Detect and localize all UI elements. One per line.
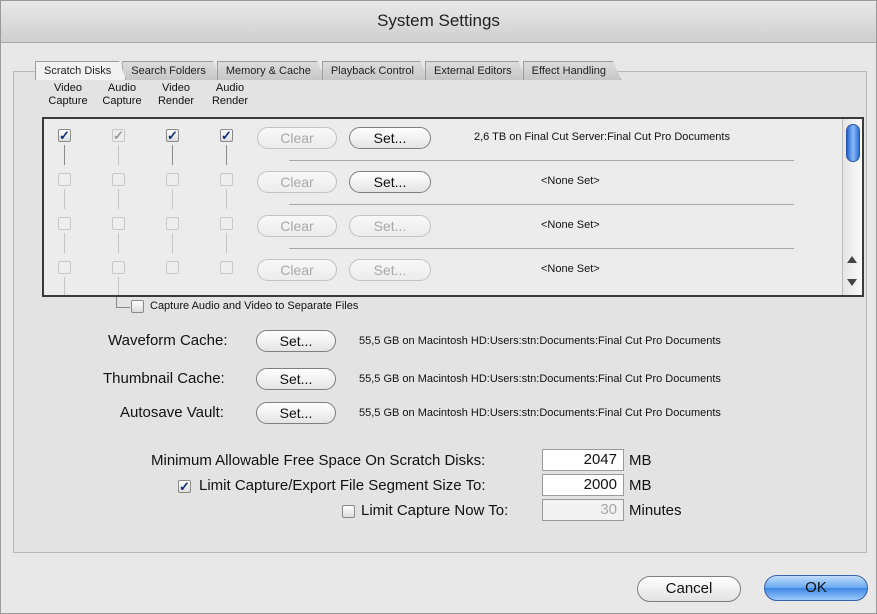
capture-now-checkbox[interactable]: [342, 505, 355, 518]
capture-now-field[interactable]: 30: [542, 499, 624, 521]
audio-capture-checkbox[interactable]: [112, 173, 125, 186]
min-free-space-field[interactable]: 2047: [542, 449, 624, 471]
clear-button[interactable]: Clear: [257, 215, 337, 237]
separate-files-checkbox[interactable]: [131, 300, 144, 313]
separate-files-connector: [116, 297, 117, 307]
set-button[interactable]: Set...: [349, 215, 431, 237]
cancel-button[interactable]: Cancel: [637, 576, 741, 602]
autosave-vault-label: Autosave Vault:: [120, 404, 224, 421]
ok-button[interactable]: OK: [764, 575, 868, 601]
video-render-checkbox[interactable]: [166, 173, 179, 186]
scratch-disk-path: 2,6 TB on Final Cut Server:Final Cut Pro…: [474, 131, 730, 143]
scratch-disk-row: ✓ ✓ ✓ ✓ Clear Set... 2,6 TB on Final Cut…: [44, 123, 842, 167]
column-connector: [172, 233, 173, 253]
segment-size-label: Limit Capture/Export File Segment Size T…: [199, 477, 486, 494]
scroll-thumb[interactable]: [846, 124, 860, 162]
capture-now-unit: Minutes: [629, 502, 682, 519]
column-connector: [118, 189, 119, 209]
column-header-audio-render: Audio Render: [211, 82, 249, 107]
video-capture-checkbox[interactable]: [58, 173, 71, 186]
column-connector: [226, 145, 227, 165]
tab-memory-cache[interactable]: Memory & Cache: [216, 61, 326, 80]
column-connector: [118, 145, 119, 165]
tab-bar: Scratch Disks Search Folders Memory & Ca…: [35, 61, 622, 80]
set-button[interactable]: Set...: [349, 171, 431, 193]
audio-capture-checkbox[interactable]: [112, 217, 125, 230]
column-header-video-render: Video Render: [157, 82, 195, 107]
autosave-vault-path: 55,5 GB on Macintosh HD:Users:stn:Docume…: [359, 407, 721, 419]
tab-scratch-disks[interactable]: Scratch Disks: [35, 61, 127, 80]
tab-external-editors[interactable]: External Editors: [424, 61, 527, 80]
audio-capture-checkbox[interactable]: ✓: [112, 129, 125, 142]
column-header-video-capture: Video Capture: [48, 82, 88, 107]
column-connector: [118, 233, 119, 253]
audio-capture-checkbox[interactable]: [112, 261, 125, 274]
column-headers: Video Capture Audio Capture Video Render Au…: [41, 82, 257, 108]
video-render-checkbox[interactable]: [166, 217, 179, 230]
set-button[interactable]: Set...: [349, 127, 431, 149]
min-free-space-unit: MB: [629, 452, 652, 469]
column-connector: [172, 189, 173, 209]
column-connector: [226, 233, 227, 253]
video-render-checkbox[interactable]: [166, 261, 179, 274]
column-connector: [64, 277, 65, 295]
video-capture-checkbox[interactable]: [58, 217, 71, 230]
video-capture-checkbox[interactable]: ✓: [58, 129, 71, 142]
segment-size-field[interactable]: 2000: [542, 474, 624, 496]
scratch-disk-list[interactable]: ✓ ✓ ✓ ✓ Clear Set... 2,6 TB on Final Cut…: [42, 117, 864, 297]
column-connector: [64, 145, 65, 165]
tab-search-folders[interactable]: Search Folders: [122, 61, 221, 80]
segment-size-checkbox[interactable]: ✓: [178, 480, 191, 493]
audio-render-checkbox[interactable]: [220, 217, 233, 230]
separate-files-label: Capture Audio and Video to Separate File…: [150, 300, 359, 312]
separate-files-connector: [116, 307, 130, 308]
waveform-cache-path: 55,5 GB on Macintosh HD:Users:stn:Docume…: [359, 335, 721, 347]
clear-button[interactable]: Clear: [257, 259, 337, 281]
scroll-up-arrow-icon[interactable]: [847, 256, 857, 263]
waveform-cache-label: Waveform Cache:: [108, 332, 228, 349]
row-divider: [289, 248, 794, 249]
scroll-down-arrow-icon[interactable]: [847, 279, 857, 286]
clear-button[interactable]: Clear: [257, 127, 337, 149]
column-connector: [172, 145, 173, 165]
thumbnail-cache-path: 55,5 GB on Macintosh HD:Users:stn:Docume…: [359, 373, 721, 385]
audio-render-checkbox[interactable]: [220, 261, 233, 274]
column-header-audio-capture: Audio Capture: [102, 82, 142, 107]
audio-render-checkbox[interactable]: ✓: [220, 129, 233, 142]
scratch-disk-path: <None Set>: [541, 219, 600, 231]
segment-size-unit: MB: [629, 477, 652, 494]
tab-playback-control[interactable]: Playback Control: [321, 61, 429, 80]
scratch-disk-row: Clear Set... <None Set>: [44, 211, 842, 255]
audio-render-checkbox[interactable]: [220, 173, 233, 186]
row-divider: [289, 204, 794, 205]
set-button[interactable]: Set...: [349, 259, 431, 281]
tab-effect-handling[interactable]: Effect Handling: [522, 61, 622, 80]
video-capture-checkbox[interactable]: [58, 261, 71, 274]
video-render-checkbox[interactable]: ✓: [166, 129, 179, 142]
scratch-disk-path: <None Set>: [541, 263, 600, 275]
window-title: System Settings: [1, 1, 876, 43]
thumbnail-cache-label: Thumbnail Cache:: [103, 370, 225, 387]
scratch-disk-row: Clear Set... <None Set>: [44, 167, 842, 211]
column-connector: [64, 189, 65, 209]
column-connector: [64, 233, 65, 253]
clear-button[interactable]: Clear: [257, 171, 337, 193]
scratch-disk-row: Clear Set... <None Set>: [44, 255, 842, 295]
waveform-cache-set-button[interactable]: Set...: [256, 330, 336, 352]
row-divider: [289, 160, 794, 161]
list-scrollbar[interactable]: [842, 119, 862, 295]
thumbnail-cache-set-button[interactable]: Set...: [256, 368, 336, 390]
column-connector: [118, 277, 119, 295]
column-connector: [226, 189, 227, 209]
capture-now-label: Limit Capture Now To:: [361, 502, 509, 519]
min-free-space-label: Minimum Allowable Free Space On Scratch …: [151, 452, 486, 469]
autosave-vault-set-button[interactable]: Set...: [256, 402, 336, 424]
system-settings-window: System Settings Scratch Disks Search Fol…: [0, 0, 877, 614]
scratch-disk-path: <None Set>: [541, 175, 600, 187]
